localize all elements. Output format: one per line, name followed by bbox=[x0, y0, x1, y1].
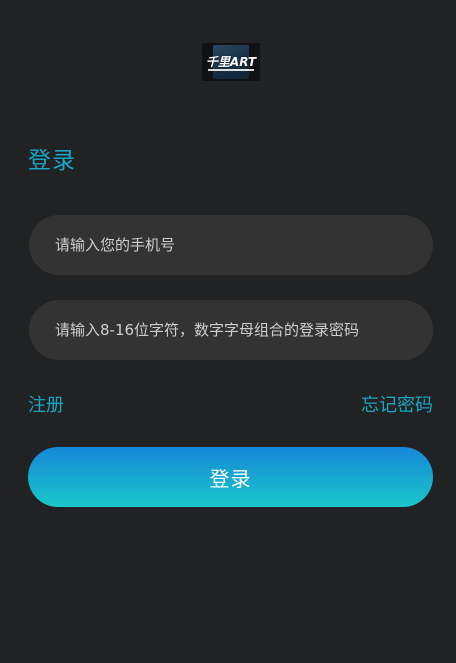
phone-input[interactable] bbox=[55, 215, 433, 275]
page-title: 登录 bbox=[28, 148, 76, 174]
forgot-password-link[interactable]: 忘记密码 bbox=[361, 394, 433, 418]
phone-field bbox=[29, 215, 433, 275]
logo-underline bbox=[208, 69, 254, 71]
register-link[interactable]: 注册 bbox=[28, 394, 64, 418]
login-button[interactable]: 登录 bbox=[28, 447, 433, 507]
password-input[interactable] bbox=[55, 300, 433, 360]
app-logo: 千里ART bbox=[202, 43, 260, 81]
password-field bbox=[29, 300, 433, 360]
logo-text: 千里ART bbox=[205, 55, 257, 69]
